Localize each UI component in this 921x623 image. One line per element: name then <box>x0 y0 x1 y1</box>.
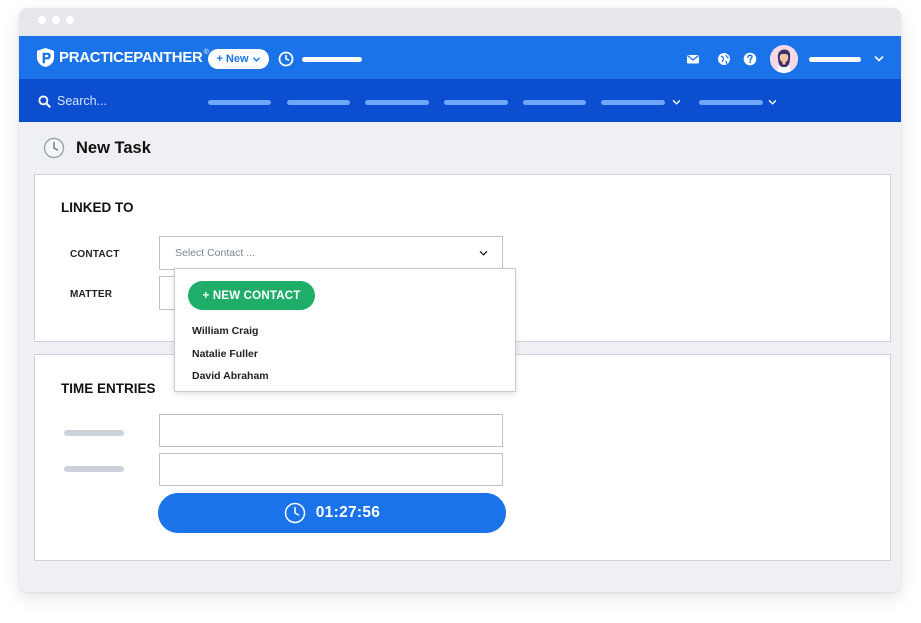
window-chrome <box>19 8 901 36</box>
window-dot[interactable] <box>38 16 46 24</box>
matter-label: MATTER <box>70 289 113 300</box>
window-dot[interactable] <box>52 16 60 24</box>
avatar-illustration <box>770 45 798 73</box>
new-contact-button[interactable]: + NEW CONTACT <box>188 281 315 310</box>
page-header: New Task <box>43 137 151 159</box>
chevron-down-icon <box>479 251 488 256</box>
new-button-label: + New <box>216 53 249 65</box>
top-bar: PRACTICEPANTHER ® + New <box>19 36 901 79</box>
contact-dropdown: + NEW CONTACT William Craig Natalie Full… <box>174 268 516 392</box>
timer-button[interactable]: 01:27:56 <box>158 493 506 533</box>
brand-logo[interactable]: PRACTICEPANTHER ® <box>36 47 209 68</box>
user-name-placeholder-bar <box>809 57 861 62</box>
contact-option[interactable]: William Craig <box>192 325 258 337</box>
nav-item-placeholder[interactable] <box>523 100 586 105</box>
contact-label: CONTACT <box>70 249 120 260</box>
new-button[interactable]: + New <box>208 49 269 69</box>
chevron-down-icon <box>252 56 260 62</box>
contact-select-placeholder: Select Contact ... <box>175 247 255 259</box>
contact-option[interactable]: Natalie Fuller <box>192 348 258 360</box>
mail-icon[interactable] <box>686 52 700 66</box>
time-entry-field[interactable] <box>159 414 503 447</box>
section-heading: TIME ENTRIES <box>61 381 156 396</box>
app-window: PRACTICEPANTHER ® + New Search... New Ta… <box>19 8 901 592</box>
nav-item-placeholder[interactable] <box>365 100 429 105</box>
chevron-down-icon[interactable] <box>672 99 681 106</box>
chevron-down-icon[interactable] <box>768 99 777 106</box>
label-placeholder-bar <box>64 430 124 436</box>
panther-logo-icon <box>36 48 55 67</box>
contact-option[interactable]: David Abraham <box>192 370 269 382</box>
section-heading: LINKED TO <box>61 200 134 215</box>
nav-item-placeholder[interactable] <box>287 100 350 105</box>
search-icon <box>38 95 51 108</box>
time-entry-field[interactable] <box>159 453 503 486</box>
nav-bar <box>19 79 901 122</box>
label-placeholder-bar <box>64 466 124 472</box>
chevron-down-icon[interactable] <box>874 55 884 63</box>
nav-item-placeholder[interactable] <box>601 100 665 105</box>
contact-select[interactable]: Select Contact ... <box>159 236 503 270</box>
clock-icon[interactable] <box>278 51 294 67</box>
search-input[interactable] <box>57 92 167 110</box>
globe-icon[interactable] <box>717 52 731 66</box>
timer-placeholder-bar <box>302 57 362 62</box>
clock-icon <box>43 137 65 159</box>
page-title: New Task <box>76 138 151 157</box>
nav-item-placeholder[interactable] <box>444 100 508 105</box>
nav-item-placeholder[interactable] <box>208 100 271 105</box>
avatar[interactable] <box>770 45 798 73</box>
timer-value: 01:27:56 <box>315 504 381 521</box>
clock-icon <box>284 502 306 524</box>
window-dot[interactable] <box>66 16 74 24</box>
brand-name: PRACTICEPANTHER <box>59 49 203 66</box>
help-icon[interactable] <box>743 52 757 66</box>
nav-item-placeholder[interactable] <box>699 100 763 105</box>
